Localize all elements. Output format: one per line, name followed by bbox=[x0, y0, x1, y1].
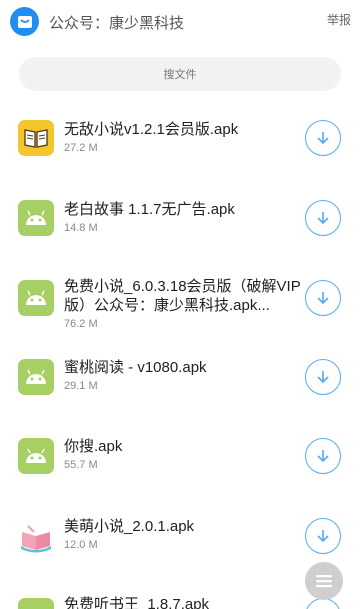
list-item[interactable]: 无敌小说v1.2.1会员版.apk 27.2 M bbox=[0, 108, 360, 168]
download-icon bbox=[317, 371, 329, 384]
file-name: 免费小说_6.0.3.18会员版（破解VIP版）公众号：康少黑科技.apk... bbox=[64, 278, 301, 314]
search-label: 搜文件 bbox=[163, 69, 197, 81]
file-name: 无敌小说v1.2.1会员版.apk bbox=[64, 121, 239, 138]
android-icon bbox=[18, 200, 54, 236]
download-icon bbox=[317, 132, 329, 145]
file-name: 免费听书王_1.8.7.apk bbox=[64, 596, 210, 609]
list-item[interactable]: 美萌小说_2.0.1.apk 12.0 M bbox=[0, 516, 360, 576]
download-icon bbox=[317, 450, 329, 463]
menu-icon bbox=[316, 575, 332, 588]
download-button[interactable] bbox=[305, 518, 341, 554]
android-icon bbox=[18, 438, 54, 474]
android-icon bbox=[18, 598, 54, 609]
book-icon bbox=[18, 120, 54, 156]
menu-fab-button[interactable] bbox=[305, 562, 343, 600]
file-size: 14.8 M bbox=[64, 222, 98, 234]
list-item[interactable]: 蜜桃阅读 - v1080.apk 29.1 M bbox=[0, 357, 360, 417]
android-icon bbox=[18, 359, 54, 395]
download-button[interactable] bbox=[305, 438, 341, 474]
list-item[interactable]: 免费小说_6.0.3.18会员版（破解VIP版）公众号：康少黑科技.apk...… bbox=[0, 268, 360, 338]
file-name: 你搜.apk bbox=[64, 438, 123, 455]
search-button[interactable]: 搜文件 bbox=[19, 57, 341, 91]
report-link[interactable]: 举报 bbox=[327, 11, 351, 28]
page-title: 公众号：康少黑科技 bbox=[49, 15, 185, 32]
android-icon bbox=[18, 280, 54, 316]
download-button[interactable] bbox=[305, 200, 341, 236]
file-size: 12.0 M bbox=[64, 539, 98, 551]
file-size: 55.7 M bbox=[64, 459, 98, 471]
open-book-icon bbox=[18, 518, 54, 554]
file-name: 老白故事 1.1.7无广告.apk bbox=[64, 201, 235, 218]
download-icon bbox=[317, 212, 329, 225]
file-size: 76.2 M bbox=[64, 318, 98, 330]
download-button[interactable] bbox=[305, 359, 341, 395]
file-size: 29.1 M bbox=[64, 380, 98, 392]
bag-icon[interactable] bbox=[10, 7, 39, 36]
download-button[interactable] bbox=[305, 120, 341, 156]
download-icon bbox=[317, 530, 329, 543]
download-icon bbox=[317, 292, 329, 305]
list-item[interactable]: 你搜.apk 55.7 M bbox=[0, 437, 360, 497]
file-size: 27.2 M bbox=[64, 142, 98, 154]
file-name: 蜜桃阅读 - v1080.apk bbox=[64, 359, 207, 376]
header: 公众号：康少黑科技 举报 bbox=[0, 0, 360, 44]
download-button[interactable] bbox=[305, 280, 341, 316]
file-name: 美萌小说_2.0.1.apk bbox=[64, 518, 195, 535]
list-item[interactable]: 免费听书王_1.8.7.apk bbox=[0, 594, 360, 609]
list-item[interactable]: 老白故事 1.1.7无广告.apk 14.8 M bbox=[0, 188, 360, 248]
